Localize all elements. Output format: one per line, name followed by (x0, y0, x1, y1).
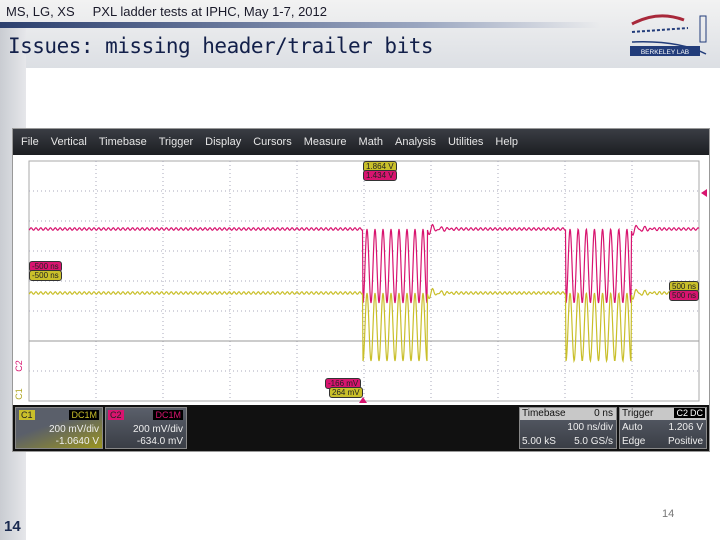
channel-c2-panel[interactable]: C2 DC1M 200 mV/div -634.0 mV (105, 407, 187, 449)
marker-bottom-yellow: 264 mV (329, 387, 363, 398)
trigger-level-marker-icon (701, 189, 707, 197)
menu-item-measure[interactable]: Measure (304, 136, 347, 148)
berkeley-lab-logo: BERKELEY LAB (630, 14, 707, 56)
menu-item-cursors[interactable]: Cursors (253, 136, 292, 148)
timebase-label: Timebase (522, 408, 566, 419)
header-bar (0, 22, 600, 28)
page-number: 14 (662, 508, 675, 520)
timebase-panel[interactable]: Timebase 0 ns 100 ns/div 5.00 kS 5.0 GS/… (519, 407, 617, 449)
marker-left-yellow: -500 ns (29, 270, 62, 281)
timebase-samples: 5.00 kS (522, 436, 556, 447)
trigger-coupling: DC (688, 408, 705, 418)
slide-header: MS, LG, XS PXL ladder tests at IPHC, May … (6, 4, 345, 19)
scope-menu-bar: File Vertical Timebase Trigger Display Cursor… (13, 129, 709, 155)
slide-number: 14 (4, 518, 21, 535)
oscilloscope-screenshot: File Vertical Timebase Trigger Display Cursor… (12, 128, 710, 452)
c1-offset: -1.0640 V (55, 436, 99, 447)
channel-c1-panel[interactable]: C1 DC1M 200 mV/div -1.0640 V (15, 407, 103, 449)
c2-vdiv: 200 mV/div (132, 424, 183, 435)
menu-item-display[interactable]: Display (205, 136, 241, 148)
c1-ground-marker: C1 (13, 388, 24, 400)
menu-item-vertical[interactable]: Vertical (51, 136, 87, 148)
authors: MS, LG, XS (6, 4, 75, 19)
menu-item-timebase[interactable]: Timebase (99, 136, 147, 148)
menu-item-trigger[interactable]: Trigger (159, 136, 193, 148)
c2-coupling: DC1M (153, 410, 183, 420)
c2-ground-marker: C2 (13, 360, 24, 372)
marker-right-pink: 500 ns (669, 290, 700, 301)
c1-badge: C1 (19, 410, 35, 420)
menu-item-utilities[interactable]: Utilities (448, 136, 483, 148)
marker-top-pink: 1.434 V (363, 170, 397, 181)
trigger-mode: Auto (622, 422, 643, 433)
timebase-delay: 0 ns (594, 408, 613, 419)
header-subtitle: PXL ladder tests at IPHC, May 1-7, 2012 (92, 4, 327, 19)
c2-badge: C2 (108, 410, 124, 420)
timebase-tdiv: 100 ns/div (567, 422, 613, 433)
waveform-display (28, 160, 707, 403)
slide-title: Issues: missing header/trailer bits (8, 34, 434, 58)
menu-item-math[interactable]: Math (359, 136, 383, 148)
menu-item-file[interactable]: File (21, 136, 39, 148)
menu-item-analysis[interactable]: Analysis (395, 136, 436, 148)
trigger-level: 1.206 V (668, 422, 703, 433)
c1-coupling: DC1M (69, 410, 99, 420)
trigger-label: Trigger (622, 408, 654, 419)
c1-vdiv: 200 mV/div (48, 424, 99, 435)
trigger-type: Edge (622, 436, 646, 447)
scope-status-panels: C1 DC1M 200 mV/div -1.0640 V C2 DC1M 200… (13, 405, 709, 451)
menu-item-help[interactable]: Help (495, 136, 518, 148)
timebase-rate: 5.0 GS/s (574, 436, 613, 447)
trigger-panel[interactable]: Trigger C2 DC Auto 1.206 V Edge Positive (619, 407, 707, 449)
c2-offset: -634.0 mV (136, 436, 183, 447)
svg-text:BERKELEY LAB: BERKELEY LAB (641, 49, 689, 56)
trigger-slope: Positive (667, 436, 703, 447)
